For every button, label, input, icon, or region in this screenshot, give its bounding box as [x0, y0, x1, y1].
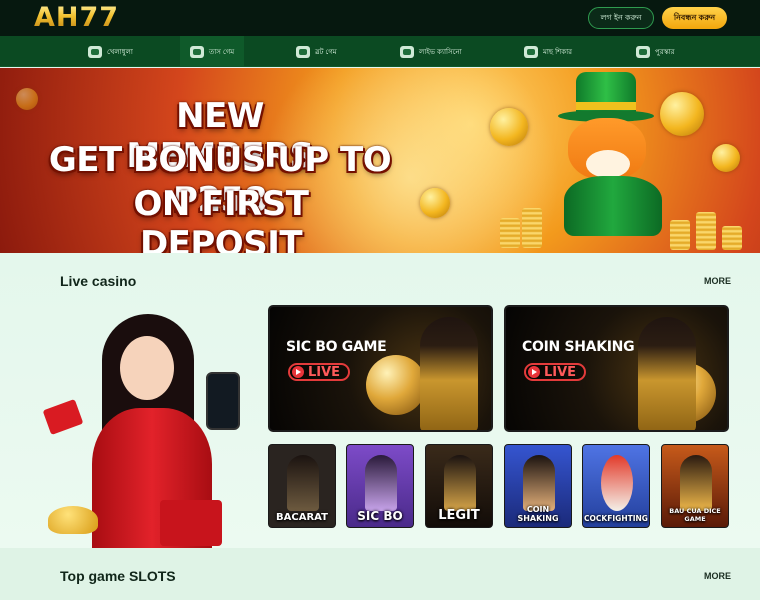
coin-stack — [500, 218, 520, 248]
live-badge-label: LIVE — [544, 364, 577, 380]
live-badge: LIVE — [288, 363, 350, 381]
coin-decoration — [420, 188, 450, 218]
section-title-live-casino: Live casino — [60, 273, 137, 289]
featured-game-card[interactable]: SIC BO GAME LIVE — [268, 305, 493, 432]
gift-box-shape — [160, 500, 222, 546]
coin-decoration — [490, 108, 528, 146]
live-casino-icon — [400, 45, 414, 58]
nav-item-label: তাস গেম — [209, 48, 235, 56]
red-envelope-shape — [42, 398, 84, 436]
tiger-mascot-illustration — [500, 68, 760, 253]
cards-icon — [190, 45, 204, 58]
nav-item-slots[interactable]: স্লট গেম — [296, 36, 337, 67]
game-card-bau-cua[interactable]: BAU CUA DICE GAME — [661, 444, 729, 528]
coin-stack — [722, 226, 742, 250]
register-button[interactable]: নিবন্ধন করুন — [662, 7, 727, 29]
game-card-label: BACARAT — [276, 512, 328, 523]
dealer-figure — [680, 455, 712, 511]
nav-item-label: স্লট গেম — [315, 48, 337, 56]
section-title-slots: Top game SLOTS — [60, 568, 176, 584]
game-card-label: SIC BO — [357, 509, 403, 523]
nav-item-label: পুরস্কার — [655, 48, 675, 56]
dealer-figure — [638, 317, 696, 430]
phone-shape — [206, 372, 240, 430]
featured-game-title: COIN SHAKING — [522, 339, 635, 355]
tiger-body — [564, 176, 662, 236]
game-card-label: COIN SHAKING — [517, 505, 559, 523]
gift-icon — [636, 45, 650, 58]
nav-item-live-casino[interactable]: লাইভ ক্যাসিনো — [400, 36, 462, 67]
site-logo[interactable]: AH77 — [34, 2, 119, 33]
nav-item-fishing[interactable]: মাছ শিকার — [524, 36, 572, 67]
nav-item-label: মাছ শিকার — [543, 48, 573, 56]
live-badge: LIVE — [524, 363, 586, 381]
play-icon — [292, 366, 304, 378]
nav-item-sports[interactable]: খেলাধুলা — [88, 36, 133, 67]
game-card-coin-shaking[interactable]: COIN SHAKING — [504, 444, 572, 528]
dealer-figure — [287, 455, 319, 511]
nav-item-cards[interactable]: তাস গেম — [180, 36, 245, 67]
nav-item-label: খেলাধুলা — [107, 48, 133, 56]
slots-more-link[interactable]: MORE — [704, 571, 731, 581]
banner-headline-3: ON FIRST DEPOSIT — [133, 184, 309, 264]
featured-game-card[interactable]: COIN SHAKING LIVE — [504, 305, 729, 432]
face-shape — [120, 336, 174, 400]
nav-item-label: লাইভ ক্যাসিনো — [419, 48, 462, 56]
dealer-figure — [523, 455, 555, 511]
login-button[interactable]: লগ ইন করুন — [588, 7, 654, 29]
dice-bowl-prop — [366, 355, 426, 415]
sports-icon — [88, 45, 102, 58]
nav-item-rewards[interactable]: পুরস্কার — [636, 36, 675, 67]
dealer-figure — [365, 455, 397, 511]
rooster-figure — [601, 455, 633, 511]
coin-stack — [522, 208, 542, 248]
live-badge-label: LIVE — [308, 364, 341, 380]
dealer-figure — [444, 455, 476, 511]
game-card-sic-bo[interactable]: SIC BO — [346, 444, 414, 528]
coin-stack — [670, 220, 690, 250]
main-nav: খেলাধুলা তাস গেম স্লট গেম লাইভ ক্যাসিনো … — [0, 36, 760, 67]
game-card-cockfighting[interactable]: COCKFIGHTING — [582, 444, 650, 528]
hostess-illustration — [30, 300, 260, 548]
gold-ingot-shape — [48, 506, 98, 534]
tiger-muzzle — [586, 150, 630, 178]
game-card-bacarat[interactable]: BACARAT — [268, 444, 336, 528]
game-card-label: COCKFIGHTING — [584, 514, 648, 523]
featured-game-title: SIC BO GAME — [286, 339, 387, 355]
coin-decoration — [16, 88, 38, 110]
game-card-legit[interactable]: LEGIT — [425, 444, 493, 528]
fish-icon — [524, 45, 538, 58]
game-card-label: BAU CUA DICE GAME — [669, 507, 721, 523]
game-card-label: LEGIT — [438, 508, 480, 523]
top-header: AH77 লগ ইন করুন নিবন্ধন করুন — [0, 0, 760, 36]
hat-band — [576, 102, 636, 110]
coin-stack — [696, 212, 716, 250]
dealer-figure — [420, 317, 478, 430]
play-icon — [528, 366, 540, 378]
live-casino-more-link[interactable]: MORE — [704, 276, 731, 286]
slot-icon — [296, 45, 310, 58]
